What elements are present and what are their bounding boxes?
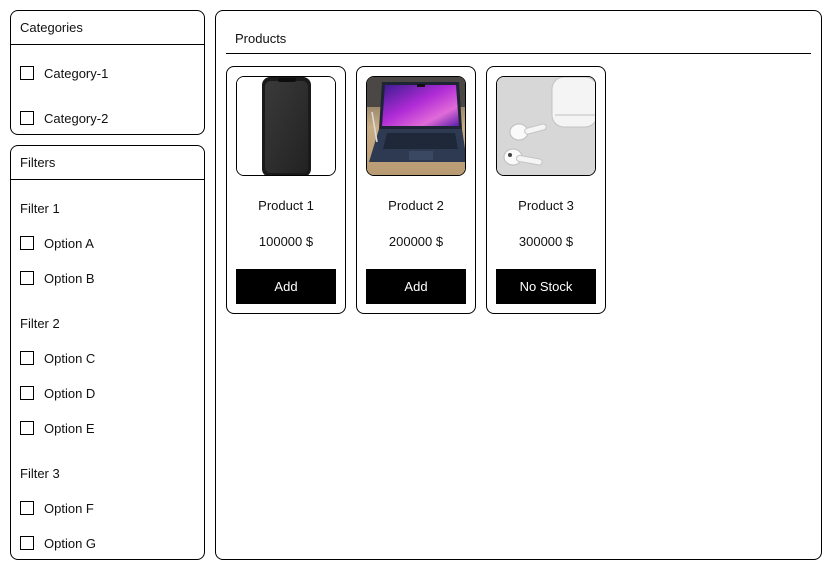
product-1-add-button[interactable]: Add <box>236 269 336 304</box>
category-1-option[interactable]: Category-1 <box>20 65 108 81</box>
option-a[interactable]: Option A <box>20 235 94 251</box>
earbuds-image <box>496 76 596 176</box>
option-b[interactable]: Option B <box>20 270 95 286</box>
option-d-label: Option D <box>44 385 96 401</box>
filters-header: Filters <box>11 146 204 180</box>
product-2-price: 200000 $ <box>388 234 444 249</box>
filter-3-title: Filter 3 <box>20 466 60 481</box>
option-b-checkbox[interactable] <box>20 271 34 285</box>
products-title: Products <box>235 31 287 46</box>
option-e-checkbox[interactable] <box>20 421 34 435</box>
category-1-checkbox[interactable] <box>20 66 34 80</box>
laptop-image <box>366 76 466 176</box>
category-2-option[interactable]: Category-2 <box>20 110 108 126</box>
option-b-label: Option B <box>44 270 95 286</box>
option-g-label: Option G <box>44 535 97 551</box>
option-c-label: Option C <box>44 350 96 366</box>
product-1-name: Product 1 <box>258 198 314 213</box>
option-a-checkbox[interactable] <box>20 236 34 250</box>
category-2-label: Category-2 <box>44 110 109 126</box>
product-3-price: 300000 $ <box>518 234 574 249</box>
option-d[interactable]: Option D <box>20 385 95 401</box>
product-3-name: Product 3 <box>518 198 574 213</box>
product-2-name: Product 2 <box>388 198 444 213</box>
option-e-label: Option E <box>44 420 95 436</box>
option-a-label: Option A <box>44 235 94 251</box>
categories-title: Categories <box>20 20 83 35</box>
filters-title: Filters <box>20 155 56 170</box>
product-2-add-button[interactable]: Add <box>366 269 466 304</box>
product-1-price: 100000 $ <box>258 234 314 249</box>
category-1-label: Category-1 <box>44 65 109 81</box>
filters-panel: Filters Filter 1 Option A Option B Filte… <box>10 145 205 560</box>
option-c[interactable]: Option C <box>20 350 95 366</box>
option-g-checkbox[interactable] <box>20 536 34 550</box>
option-f-checkbox[interactable] <box>20 501 34 515</box>
option-e[interactable]: Option E <box>20 420 95 436</box>
filter-1-title: Filter 1 <box>20 201 60 216</box>
option-g[interactable]: Option G <box>20 535 96 551</box>
option-f[interactable]: Option F <box>20 500 94 516</box>
categories-panel: Categories Category-1 Category-2 <box>10 10 205 135</box>
product-card-2[interactable]: Product 2 200000 $ Add <box>356 66 476 314</box>
product-3-no-stock-button[interactable]: No Stock <box>496 269 596 304</box>
option-f-label: Option F <box>44 500 94 516</box>
filter-2-title: Filter 2 <box>20 316 60 331</box>
category-2-checkbox[interactable] <box>20 111 34 125</box>
smartphone-image <box>236 76 336 176</box>
option-d-checkbox[interactable] <box>20 386 34 400</box>
categories-header: Categories <box>11 11 204 45</box>
product-card-3[interactable]: Product 3 300000 $ No Stock <box>486 66 606 314</box>
product-card-1[interactable]: Product 1 100000 $ Add <box>226 66 346 314</box>
products-divider <box>226 53 811 54</box>
option-c-checkbox[interactable] <box>20 351 34 365</box>
products-panel: Products Product 1 100000 $ Add Product … <box>215 10 822 560</box>
